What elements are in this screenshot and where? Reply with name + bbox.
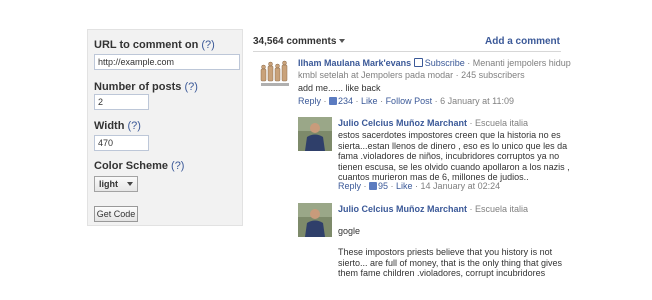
width-input[interactable]: 470 — [94, 135, 149, 151]
posts-label: Number of posts (?) — [94, 81, 198, 93]
thumbs-up-icon — [329, 97, 338, 105]
subscribe-icon — [413, 58, 423, 67]
like-count[interactable]: 95 — [378, 181, 388, 191]
jempol-thumbs-avatar-image — [258, 57, 292, 91]
comment-2-author[interactable]: Julio Celcius Muñoz Marchant — [338, 118, 467, 128]
comment-1-actions: Reply · 234 · Like · Follow Post · 6 Jan… — [298, 96, 514, 106]
comment-1-body: add me...... like back — [298, 83, 381, 93]
like-link[interactable]: Like — [396, 181, 413, 191]
comment-3-first-line: gogle — [338, 226, 361, 236]
comment-2-body: estos sacerdotes impostores creen que la… — [338, 130, 570, 182]
width-label: Width (?) — [94, 120, 141, 132]
comment-time[interactable]: 6 January at 11:09 — [440, 96, 514, 106]
chevron-down-icon — [127, 182, 133, 186]
add-comment-link[interactable]: Add a comment — [485, 36, 560, 47]
comments-header: 34,564 comments Add a comment — [253, 36, 561, 52]
avatar[interactable] — [298, 203, 332, 237]
comment-1-author[interactable]: Ilham Maulana Mark'evans — [298, 58, 411, 68]
subscribe-link[interactable]: Subscribe — [413, 58, 465, 68]
comment-2-actions: Reply · 95 · Like · 14 January at 02:24 — [338, 181, 501, 191]
color-scheme-value: light — [99, 179, 118, 189]
thumbs-up-icon — [369, 182, 378, 190]
comment-3-header: Julio Celcius Muñoz Marchant · Escuela i… — [338, 204, 529, 214]
url-help-link[interactable]: (?) — [201, 39, 214, 51]
person-avatar-image — [298, 203, 332, 237]
like-link[interactable]: Like — [361, 96, 378, 106]
width-help-link[interactable]: (?) — [128, 120, 141, 132]
person-avatar-image — [298, 117, 332, 151]
reply-link[interactable]: Reply — [298, 96, 321, 106]
avatar[interactable] — [258, 57, 292, 91]
comment-time[interactable]: 14 January at 02:24 — [421, 181, 501, 191]
chevron-down-icon — [339, 39, 346, 44]
comment-count-sort[interactable]: 34,564 comments — [253, 36, 346, 47]
posts-input[interactable]: 2 — [94, 94, 149, 110]
posts-help-link[interactable]: (?) — [184, 81, 197, 93]
url-input[interactable]: http://example.com — [94, 54, 240, 70]
reply-link[interactable]: Reply — [338, 181, 361, 191]
url-label: URL to comment on (?) — [94, 39, 215, 51]
follow-post-link[interactable]: Follow Post — [386, 96, 433, 106]
comment-1-meta: kmbl setelah at Jempolers pada modar · 2… — [298, 70, 525, 80]
comment-3-author[interactable]: Julio Celcius Muñoz Marchant — [338, 204, 467, 214]
comment-2-header: Julio Celcius Muñoz Marchant · Escuela i… — [338, 118, 529, 128]
color-scheme-select[interactable]: light — [94, 176, 138, 192]
avatar[interactable] — [298, 117, 332, 151]
comment-3-body: These impostors priests believe that you… — [338, 247, 562, 278]
scheme-help-link[interactable]: (?) — [171, 160, 184, 172]
get-code-button[interactable]: Get Code — [94, 206, 138, 222]
scheme-label: Color Scheme (?) — [94, 160, 185, 172]
config-panel: URL to comment on (?) http://example.com… — [87, 29, 243, 226]
like-count[interactable]: 234 — [338, 96, 353, 106]
comment-1-header: Ilham Maulana Mark'evans Subscribe · Men… — [298, 58, 571, 68]
